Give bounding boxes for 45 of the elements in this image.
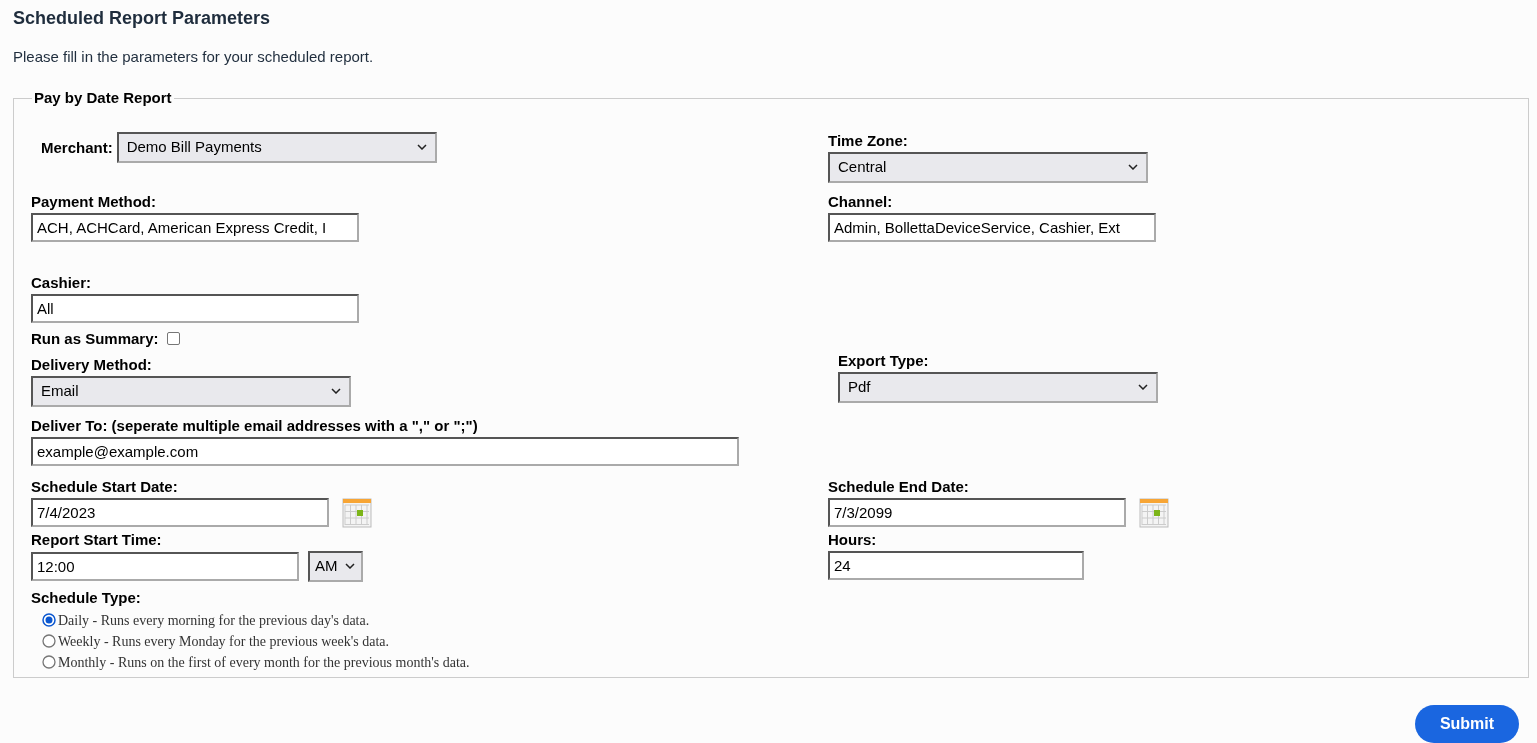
- chevron-down-icon: [331, 388, 341, 394]
- text-field[interactable]: example@example.com: [31, 436, 739, 466]
- field-label: Merchant:: [41, 138, 113, 156]
- export-type-dropdown[interactable]: Pdf: [838, 371, 1158, 403]
- calendar-icon[interactable]: [342, 497, 372, 528]
- field-label: Export Type:: [838, 351, 930, 369]
- field-label: Deliver To: (seperate multiple email addresses with a "," or ";"): [31, 416, 479, 434]
- option-label: Monthly - Runs on the first of every month for the previous month's data.: [58, 653, 470, 672]
- chevron-down-icon: [345, 563, 355, 569]
- option-label: Weekly - Runs every Monday for the previous week's data.: [58, 632, 390, 651]
- chevron-down-icon: [1138, 384, 1148, 390]
- text-field[interactable]: 7/3/2099: [828, 498, 1126, 527]
- field-label: Schedule Start Date:: [31, 477, 179, 495]
- field-label: Schedule End Date:: [828, 477, 970, 495]
- delivery-method-dropdown[interactable]: Email: [31, 375, 351, 407]
- text-field[interactable]: Admin, BollettaDeviceService, Cashier, Ext: [828, 212, 1156, 242]
- text-field[interactable]: 12:00: [31, 551, 299, 581]
- text-field[interactable]: All: [31, 293, 359, 323]
- merchant-dropdown[interactable]: Demo Bill Payments: [116, 131, 437, 163]
- intro-text: Please fill in the parameters for your scheduled report.: [13, 47, 375, 67]
- radio-button[interactable]: [42, 634, 56, 648]
- field-label: Cashier:: [31, 273, 93, 291]
- field-label: Schedule Type:: [31, 588, 142, 606]
- panel-legend: Pay by Date Report: [32, 87, 174, 110]
- text-field[interactable]: 7/4/2023: [31, 498, 329, 527]
- chevron-down-icon: [1128, 164, 1138, 170]
- field-label: Time Zone:: [828, 131, 909, 149]
- field-label: Report Start Time:: [31, 530, 163, 548]
- option-label: Daily - Runs every morning for the previous day's data.: [58, 611, 370, 630]
- meridiem-dropdown[interactable]: AM: [308, 550, 363, 582]
- field-label: Hours:: [828, 530, 878, 548]
- text-field[interactable]: ACH, ACHCard, American Express Credit, I: [31, 212, 359, 242]
- text-field[interactable]: 24: [828, 550, 1084, 580]
- chevron-down-icon: [416, 144, 427, 150]
- radio-button[interactable]: [42, 655, 56, 669]
- field-label: Run as Summary:: [31, 329, 159, 347]
- page-title: Scheduled Report Parameters: [13, 7, 272, 30]
- calendar-icon[interactable]: [1139, 497, 1169, 528]
- field-label: Delivery Method:: [31, 355, 153, 373]
- field-label: Payment Method:: [31, 192, 157, 210]
- field-label: Channel:: [828, 192, 894, 210]
- radio-button[interactable]: [42, 613, 56, 627]
- run-as-summary-checkbox[interactable]: [166, 331, 180, 345]
- time-zone-dropdown[interactable]: Central: [828, 151, 1148, 183]
- submit-button[interactable]: Submit: [1415, 705, 1519, 743]
